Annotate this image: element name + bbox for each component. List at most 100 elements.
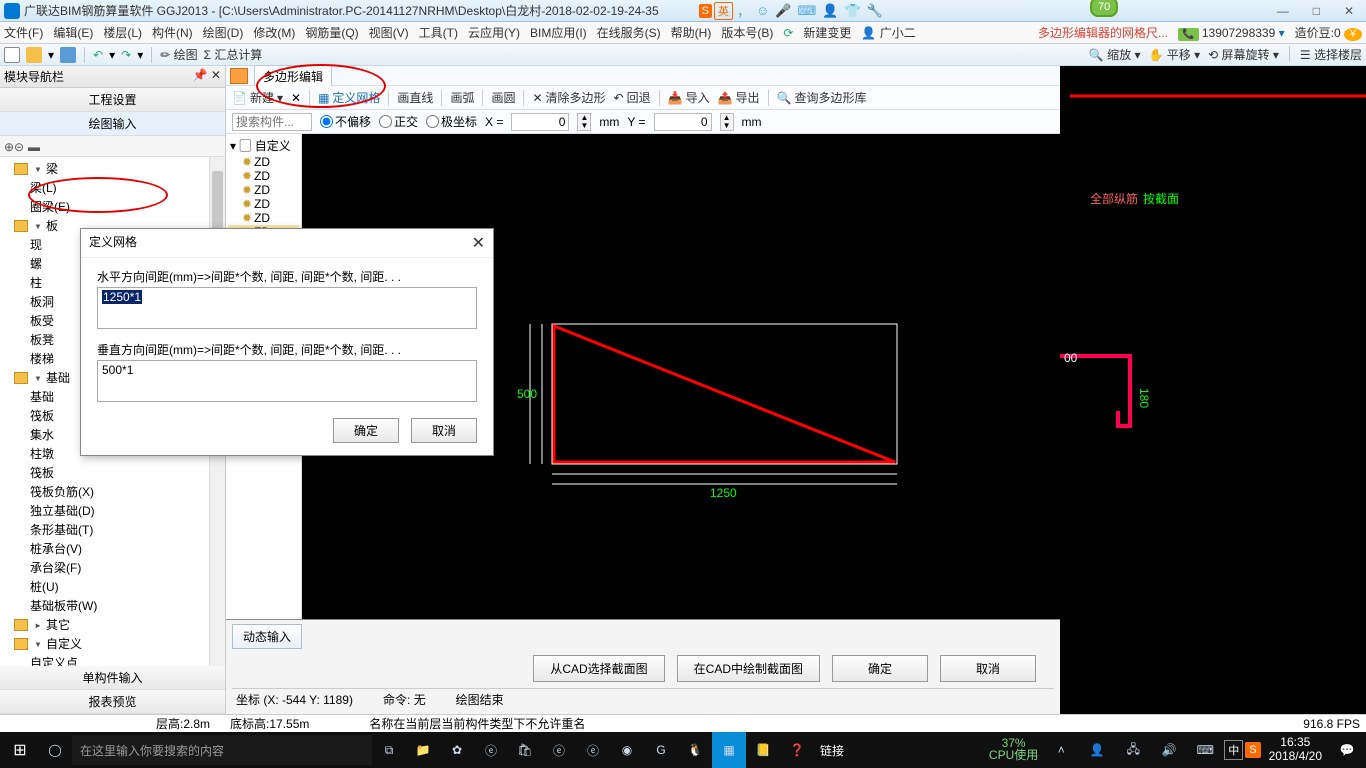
app-help-icon[interactable]: ❓ [780, 732, 814, 768]
y-spinner[interactable]: ▲▼ [720, 113, 734, 131]
poly-import-button[interactable]: 📥 导入 [668, 89, 710, 106]
tab-report[interactable]: 报表预览 [0, 690, 225, 714]
link-button[interactable]: 链接 [814, 742, 850, 759]
h-interval-input[interactable]: 1250*1 [97, 287, 477, 329]
save-icon[interactable] [60, 47, 76, 63]
tab-draw-input[interactable]: 绘图输入 [0, 112, 225, 136]
action-center-icon[interactable]: 💬 [1330, 732, 1364, 768]
section-preview[interactable]: 全部纵筋 按截面 00 180 [1060, 66, 1366, 714]
menu-member[interactable]: 构件(N) [152, 24, 193, 41]
from-cad-button[interactable]: 从CAD选择截面图 [533, 655, 664, 682]
app-ggj-icon[interactable]: ▦ [712, 732, 746, 768]
tab-single-member[interactable]: 单构件输入 [0, 666, 225, 690]
app-edge-icon[interactable]: ⓔ [474, 732, 508, 768]
poly-query-button[interactable]: 🔍 查询多边形库 [777, 89, 867, 106]
tray-net-icon[interactable]: 🖧 [1116, 732, 1150, 768]
user-label[interactable]: 👤 广小二 [861, 24, 915, 41]
poly-export-button[interactable]: 📤 导出 [718, 89, 760, 106]
poly-new-button[interactable]: 📄 新建 ▾ [232, 89, 283, 106]
poly-clear-button[interactable]: ✕ 清除多边形 [532, 89, 605, 106]
v-interval-input[interactable]: 500*1 [97, 360, 477, 402]
radio-noshift[interactable]: 不偏移 [320, 113, 371, 130]
redo-icon[interactable]: ↷ [121, 48, 131, 62]
phone-number[interactable]: 📞 13907298339 ▾ [1178, 26, 1285, 40]
open-icon[interactable] [26, 47, 42, 63]
menu-version[interactable]: 版本号(B) [721, 24, 773, 41]
poly-arc-button[interactable]: 画弧 [450, 89, 474, 106]
in-cad-button[interactable]: 在CAD中绘制截面图 [677, 655, 820, 682]
close-button[interactable]: ✕ [1336, 4, 1362, 18]
poly-tab[interactable]: 多边形编辑 [254, 65, 332, 87]
menu-edit[interactable]: 编辑(E) [53, 24, 93, 41]
taskview-icon[interactable]: ⧉ [372, 732, 406, 768]
zoom-button[interactable]: 🔍 缩放 ▾ [1089, 46, 1141, 63]
refresh-icon[interactable]: ⟳ [783, 26, 793, 40]
ime-indicator[interactable]: S 英 ， ☺ 🎤 ⌨ 👤 👕 🔧 [699, 1, 885, 20]
app-note-icon[interactable]: 📒 [746, 732, 780, 768]
minimize-button[interactable]: — [1269, 4, 1297, 18]
app-qq-icon[interactable]: 🐧 [678, 732, 712, 768]
menu-cloud[interactable]: 云应用(Y) [468, 24, 520, 41]
tree-collapse-icon[interactable]: ▬ [28, 140, 40, 154]
poly-line-button[interactable]: 画直线 [397, 89, 433, 106]
rotate-button[interactable]: ⟲ 屏幕旋转 ▾ [1208, 46, 1279, 63]
green-badge[interactable]: 70 [1090, 0, 1118, 17]
new-change-button[interactable]: 新建变更 [803, 24, 851, 41]
dialog-ok-button[interactable]: 确定 [333, 418, 399, 443]
menu-help[interactable]: 帮助(H) [671, 24, 712, 41]
poly-grid-button[interactable]: ▦ 定义网格 [318, 89, 380, 106]
cortana-icon[interactable]: ◯ [38, 732, 72, 768]
draw-button[interactable]: ✏ 绘图 [160, 46, 197, 63]
menu-draw[interactable]: 绘图(D) [203, 24, 244, 41]
app-chrome-icon[interactable]: ◉ [610, 732, 644, 768]
menu-rebar[interactable]: 钢筋量(Q) [305, 24, 358, 41]
y-input[interactable]: 0 [654, 113, 712, 131]
poly-circle-button[interactable]: 画圆 [491, 89, 515, 106]
taskbar-search[interactable]: 在这里输入你要搜索的内容 [72, 735, 372, 765]
x-input[interactable]: 0 [511, 113, 569, 131]
app-fan-icon[interactable]: ✿ [440, 732, 474, 768]
dynamic-input-button[interactable]: 动态输入 [232, 624, 302, 649]
cpu-meter[interactable]: 37%CPU使用 [985, 738, 1042, 762]
taskbar-clock[interactable]: 16:352018/4/20 [1263, 736, 1328, 764]
app-g-icon[interactable]: G [644, 732, 678, 768]
dialog-close-icon[interactable]: ✕ [472, 233, 485, 253]
section-cancel-button[interactable]: 取消 [940, 655, 1036, 682]
menu-modify[interactable]: 修改(M) [253, 24, 295, 41]
start-button[interactable]: ⊞ [2, 732, 38, 768]
app-ie-icon[interactable]: ⓔ [576, 732, 610, 768]
menu-view[interactable]: 视图(V) [369, 24, 409, 41]
dialog-cancel-button[interactable]: 取消 [411, 418, 477, 443]
section-ok-button[interactable]: 确定 [832, 655, 928, 682]
radio-polar[interactable]: 极坐标 [426, 113, 477, 130]
menu-online[interactable]: 在线服务(S) [597, 24, 661, 41]
menu-file[interactable]: 文件(F) [4, 24, 43, 41]
select-floor-button[interactable]: ☰ 选择楼层 [1300, 46, 1362, 63]
menu-bim[interactable]: BIM应用(I) [530, 24, 587, 41]
menu-tool[interactable]: 工具(T) [419, 24, 458, 41]
search-member-input[interactable] [232, 113, 312, 131]
left-panel-pin-icon[interactable]: 📌 ✕ [193, 68, 221, 85]
radio-ortho[interactable]: 正交 [379, 113, 418, 130]
tray-kb-icon[interactable]: ⌨ [1188, 732, 1222, 768]
tray-up-icon[interactable]: ˄ [1044, 732, 1078, 768]
x-spinner[interactable]: ▲▼ [577, 113, 591, 131]
tree-expand-icon[interactable]: ⊕⊝ [4, 140, 24, 154]
menu-floor[interactable]: 楼层(L) [103, 24, 142, 41]
tray-people-icon[interactable]: 👤 [1080, 732, 1114, 768]
hint-text[interactable]: 多边形编辑器的网格尺... [1038, 24, 1168, 41]
tray-vol-icon[interactable]: 🔊 [1152, 732, 1186, 768]
poly-delete-icon[interactable]: ✕ [291, 91, 301, 105]
app-store-icon[interactable]: 🛍 [508, 732, 542, 768]
ime-cn[interactable]: 中 [1224, 740, 1243, 760]
app-explorer-icon[interactable]: 📁 [406, 732, 440, 768]
bean-count[interactable]: 造价豆:0 ￥ [1295, 24, 1362, 41]
poly-undo-button[interactable]: ↶ 回退 [614, 89, 651, 106]
ime-sogou[interactable]: S [1245, 742, 1260, 758]
taskbar[interactable]: ⊞ ◯ 在这里输入你要搜索的内容 ⧉ 📁 ✿ ⓔ 🛍 ⓔ ⓔ ◉ G 🐧 ▦ 📒… [0, 732, 1366, 768]
undo-icon[interactable]: ↶ [93, 48, 103, 62]
pan-button[interactable]: ✋ 平移 ▾ [1148, 46, 1200, 63]
sum-button[interactable]: Σ 汇总计算 [204, 46, 263, 63]
new-icon[interactable] [4, 47, 20, 63]
tab-project-setup[interactable]: 工程设置 [0, 88, 225, 112]
